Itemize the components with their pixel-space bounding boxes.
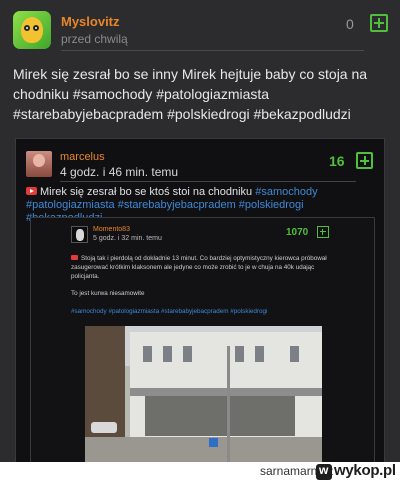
divider (61, 50, 364, 51)
outer-post: Myslovitz przed chwilą 0 Mirek się zesra… (0, 0, 400, 463)
footer-brand: wykop.pl (334, 462, 396, 479)
photo-window (183, 346, 192, 362)
avatar[interactable] (13, 11, 51, 49)
photo-window (143, 346, 152, 362)
embedded-screenshot: marcelus 4 godz. i 46 min. temu 16 Mirek… (15, 138, 385, 463)
wykop-logo-icon (316, 463, 332, 480)
author-name: Momento83 (93, 226, 130, 233)
post-body: Mirek się zesrał bo se inny Mirek hejtuj… (13, 66, 368, 122)
youtube-icon (26, 187, 37, 195)
plus-square-icon[interactable] (370, 14, 388, 32)
photo-canopy (130, 388, 322, 396)
post-time: 4 godz. i 46 min. temu (60, 165, 179, 179)
post-text: Mirek się zesrał bo se ktoś stoi na chod… (40, 186, 256, 198)
embedded-screenshot-inner: Momento83 5 godz. i 32 min. temu 1070 St… (30, 217, 375, 462)
photo-window (163, 346, 172, 362)
footer-username: sarnamarna (260, 464, 325, 478)
vote-count: 16 (329, 153, 345, 169)
avatar-eye (33, 25, 39, 31)
avatar (26, 151, 52, 177)
avatar-eye (24, 25, 30, 31)
vote-count: 0 (346, 16, 354, 32)
photo-road (85, 437, 322, 462)
photo-car (91, 422, 117, 433)
watermark-footer: sarnamarna z wykop.pl (0, 462, 400, 483)
vote-count: 1070 (286, 227, 309, 238)
photo-crossing-sign (209, 438, 218, 447)
avatar (71, 226, 88, 243)
photo-pole (227, 346, 230, 462)
post-time: 5 godz. i 32 min. temu (93, 235, 162, 242)
divider (60, 181, 356, 182)
author-name: marcelus (60, 151, 105, 163)
post-time: przed chwilą (61, 32, 128, 46)
post-extra-text: To jest kurwa niesamowite (71, 290, 145, 297)
plus-square-icon (317, 226, 329, 238)
photo-window (290, 346, 299, 362)
photo-window (255, 346, 264, 362)
photo-window (235, 346, 244, 362)
youtube-icon (71, 255, 78, 260)
street-photo (85, 326, 322, 462)
plus-square-icon (356, 152, 373, 169)
author-name[interactable]: Myslovitz (61, 14, 120, 29)
post-text: Stoją tak i pierdolą od dokładnie 13 min… (71, 255, 327, 280)
post-body: Stoją tak i pierdolą od dokładnie 13 min… (71, 254, 336, 281)
post-tags: #samochody #patologiazmiasta #starebabyj… (71, 308, 268, 315)
photo-ground-floor (145, 396, 295, 436)
